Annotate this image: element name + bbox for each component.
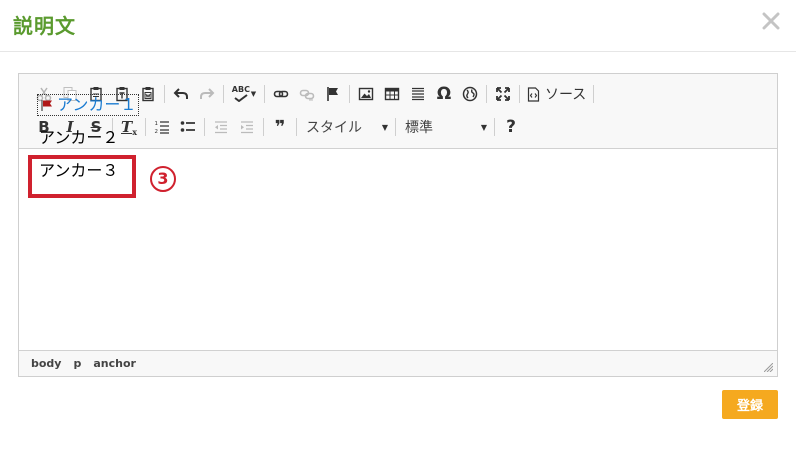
style-combo[interactable]: スタイル ▼ [300, 115, 392, 139]
close-icon [762, 12, 780, 30]
omega-icon: Ω [436, 84, 452, 104]
spellcheck-icon: ABC [232, 86, 250, 102]
numbered-list-icon: 12 [155, 121, 169, 135]
horizontal-rule-button[interactable] [405, 82, 431, 106]
iframe-button[interactable] [457, 82, 483, 106]
description-dialog: 説明文 ABC ▼ Ω ソース B I S Tx 1 2 ❞ スタイル ▼ 標準… [0, 0, 796, 452]
table-button[interactable] [379, 82, 405, 106]
close-button[interactable] [760, 8, 782, 34]
paragraph-anchor-1: アンカー１ [36, 94, 140, 116]
undo-icon [173, 88, 188, 99]
chevron-down-icon: ▼ [381, 122, 388, 132]
link-icon [273, 90, 289, 98]
blockquote-button[interactable]: ❞ [267, 115, 293, 139]
toolbar-separator [223, 85, 224, 103]
svg-text:1: 1 [155, 121, 159, 127]
source-button[interactable]: ソース [523, 82, 590, 106]
toolbar-separator [395, 118, 396, 136]
toolbar-separator [204, 118, 205, 136]
table-icon [384, 87, 400, 101]
toolbar-separator [593, 85, 595, 103]
special-char-button[interactable]: Ω [431, 82, 457, 106]
toolbar-separator [349, 85, 350, 103]
path-crumb-p[interactable]: p [73, 357, 81, 370]
globe-icon [462, 86, 478, 102]
paste-word-button[interactable] [135, 82, 161, 106]
redo-icon [200, 88, 215, 99]
source-label: ソース [545, 87, 587, 103]
paragraph-anchor-3[interactable]: アンカー３ [39, 161, 118, 181]
step-number-badge: 3 [150, 166, 176, 192]
numbered-list-button[interactable]: 12 [149, 115, 175, 139]
unlink-button[interactable] [294, 82, 320, 106]
redo-button[interactable] [194, 82, 220, 106]
path-crumb-body[interactable]: body [31, 357, 61, 370]
image-icon [358, 87, 374, 101]
path-crumb-anchor[interactable]: anchor [93, 357, 136, 370]
remove-format-button[interactable]: Tx [116, 115, 142, 139]
toolbar-separator [486, 85, 487, 103]
anchor-1-label: アンカー１ [57, 95, 137, 114]
anchor-flag-icon [41, 99, 52, 111]
quote-icon: ❞ [274, 116, 286, 138]
anchor-button[interactable] [320, 82, 346, 106]
format-combo-label: 標準 [405, 120, 433, 136]
editor-statusbar: body p anchor [19, 350, 777, 376]
unlink-icon [299, 89, 315, 101]
chevron-down-icon: ▼ [250, 90, 257, 98]
chevron-down-icon: ▼ [480, 122, 487, 132]
toolbar-separator [263, 118, 264, 136]
indent-button[interactable] [234, 115, 260, 139]
toolbar-separator [494, 118, 495, 136]
toolbar-separator [296, 118, 297, 136]
remove-format-label: T [121, 118, 133, 136]
format-combo[interactable]: 標準 ▼ [399, 115, 491, 139]
link-button[interactable] [268, 82, 294, 106]
maximize-icon [496, 87, 510, 101]
dialog-title: 説明文 [13, 14, 76, 38]
source-icon [527, 86, 540, 102]
spellcheck-label: ABC [231, 85, 250, 94]
dialog-header: 説明文 [0, 0, 796, 52]
remove-format-icon: Tx [121, 118, 137, 137]
undo-button[interactable] [168, 82, 194, 106]
paragraph-anchor-2[interactable]: アンカー２ [39, 128, 118, 148]
maximize-button[interactable] [490, 82, 516, 106]
toolbar-separator [145, 118, 146, 136]
bulleted-list-icon [180, 121, 195, 132]
rich-text-editor: ABC ▼ Ω ソース B I S Tx 1 2 ❞ スタイル ▼ 標準 ▼ ?… [18, 73, 778, 377]
image-button[interactable] [353, 82, 379, 106]
submit-button[interactable]: 登録 [722, 390, 778, 419]
svg-text:2: 2 [155, 129, 159, 135]
paste-word-icon [142, 87, 154, 102]
help-button[interactable]: ? [498, 115, 524, 139]
help-icon: ? [506, 117, 516, 137]
toolbar-separator [264, 85, 265, 103]
anchor-1[interactable]: アンカー１ [36, 94, 140, 116]
style-combo-label: スタイル [306, 120, 362, 136]
bulleted-list-button[interactable] [175, 115, 201, 139]
indent-icon [241, 121, 253, 134]
toolbar-separator [519, 85, 520, 103]
horizontal-rule-icon [412, 87, 424, 101]
outdent-button[interactable] [208, 115, 234, 139]
outdent-icon [215, 121, 227, 134]
anchor-flag-icon [327, 87, 338, 101]
resize-grip-icon[interactable] [764, 363, 773, 372]
spellcheck-button[interactable]: ABC ▼ [227, 82, 261, 106]
toolbar-separator [164, 85, 165, 103]
